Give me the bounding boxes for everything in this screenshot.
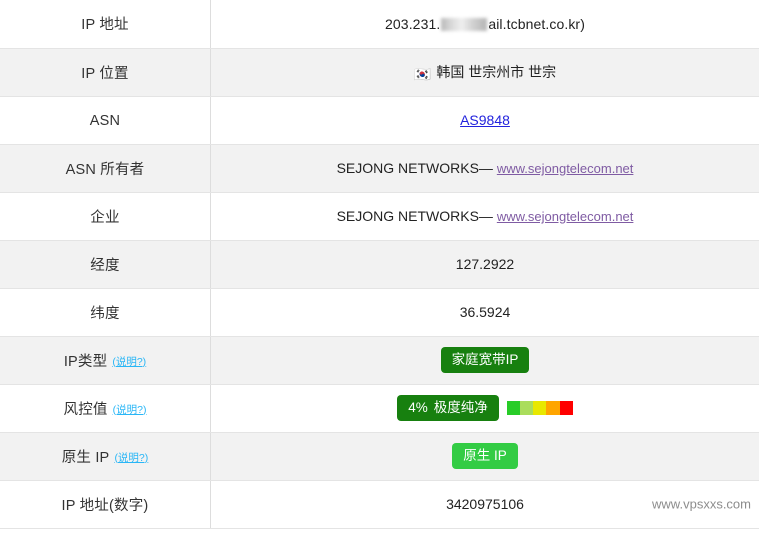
risk-scale-seg-1: [506, 401, 520, 415]
native-ip-help-link[interactable]: (说明?): [114, 452, 148, 464]
row-label-company: 企业: [0, 192, 211, 241]
asn-owner-name: SEJONG NETWORKS—: [336, 160, 493, 176]
table-row-ip-type: IP类型 (说明?) 家庭宽带IP: [0, 336, 759, 385]
row-value-ip-location: 🇰🇷 韩国 世宗州市 世宗: [210, 48, 759, 97]
table-row-risk-score: 风控值 (说明?) 4% 极度纯净: [0, 384, 759, 433]
row-value-asn: AS9848: [210, 96, 759, 145]
label-text: ASN 所有者: [65, 161, 145, 178]
risk-score-percent: 4%: [408, 399, 428, 415]
risk-score-badge: 4% 极度纯净: [397, 394, 499, 422]
table-row-asn: ASN AS9848: [0, 96, 759, 145]
native-ip-badge: 原生 IP: [452, 442, 518, 470]
ip-address-value: 203.231. ail.tcbnet.co.kr): [385, 16, 585, 32]
ip-numeric-value: 3420975106: [446, 496, 524, 512]
asn-owner-url-link[interactable]: www.sejongtelecom.net: [497, 161, 634, 176]
row-label-native-ip: 原生 IP (说明?): [0, 432, 211, 481]
label-text: 风控值: [63, 401, 108, 418]
ip-type-help-link[interactable]: (说明?): [112, 356, 146, 368]
row-value-company: SEJONG NETWORKS— www.sejongtelecom.net: [210, 192, 759, 241]
site-watermark: www.vpsxxs.com: [652, 496, 751, 512]
latitude-value: 36.5924: [459, 304, 511, 320]
risk-scale-seg-4: [546, 401, 560, 415]
row-value-ip-numeric: 3420975106 www.vpsxxs.com: [210, 480, 759, 529]
table-row-latitude: 纬度 36.5924: [0, 288, 759, 337]
label-text: IP 地址(数字): [61, 497, 149, 514]
risk-score-help-link[interactable]: (说明?): [113, 404, 147, 416]
label-text: 企业: [90, 209, 120, 226]
row-label-ip-location: IP 位置: [0, 48, 211, 97]
row-value-risk-score: 4% 极度纯净: [210, 384, 759, 433]
ip-info-table: IP 地址 203.231. ail.tcbnet.co.kr) IP 位置 🇰🇷…: [0, 0, 759, 529]
ip-type-badge: 家庭宽带IP: [440, 346, 530, 374]
label-text: IP类型: [63, 353, 108, 370]
label-text: 经度: [90, 257, 120, 274]
risk-scale-seg-5: [559, 401, 573, 415]
table-row-ip-address: IP 地址 203.231. ail.tcbnet.co.kr): [0, 0, 759, 49]
table-row-company: 企业 SEJONG NETWORKS— www.sejongtelecom.ne…: [0, 192, 759, 241]
row-value-ip-address: 203.231. ail.tcbnet.co.kr): [210, 0, 759, 49]
row-label-risk-score: 风控值 (说明?): [0, 384, 211, 433]
label-text: IP 位置: [81, 65, 129, 82]
table-row-asn-owner: ASN 所有者 SEJONG NETWORKS— www.sejongtelec…: [0, 144, 759, 193]
label-text: IP 地址: [81, 17, 129, 34]
row-label-ip-type: IP类型 (说明?): [0, 336, 211, 385]
label-text: 纬度: [90, 305, 120, 322]
row-label-latitude: 纬度: [0, 288, 211, 337]
row-label-asn: ASN: [0, 96, 211, 145]
table-row-ip-numeric: IP 地址(数字) 3420975106 www.vpsxxs.com: [0, 480, 759, 529]
row-value-native-ip: 原生 IP: [210, 432, 759, 481]
asn-link[interactable]: AS9848: [460, 112, 510, 128]
risk-score-rating: 极度纯净: [433, 399, 488, 415]
company-name: SEJONG NETWORKS—: [336, 208, 493, 224]
risk-score-group: 4% 极度纯净: [397, 394, 573, 422]
row-label-asn-owner: ASN 所有者: [0, 144, 211, 193]
kr-flag-icon: 🇰🇷: [413, 65, 432, 82]
row-value-longitude: 127.2922: [210, 240, 759, 289]
row-label-ip-numeric: IP 地址(数字): [0, 480, 211, 529]
company-url-link[interactable]: www.sejongtelecom.net: [497, 209, 634, 224]
longitude-value: 127.2922: [455, 256, 515, 272]
risk-scale-seg-2: [519, 401, 534, 415]
redacted-block: [441, 17, 488, 31]
row-value-ip-type: 家庭宽带IP: [210, 336, 759, 385]
row-value-latitude: 36.5924: [210, 288, 759, 337]
label-text: ASN: [89, 112, 121, 129]
ip-address-suffix: ail.tcbnet.co.kr): [488, 15, 585, 32]
row-label-longitude: 经度: [0, 240, 211, 289]
ip-location-value: 韩国 世宗州市 世宗: [436, 63, 557, 80]
table-row-longitude: 经度 127.2922: [0, 240, 759, 289]
label-text: 原生 IP: [61, 449, 110, 466]
row-value-asn-owner: SEJONG NETWORKS— www.sejongtelecom.net: [210, 144, 759, 193]
table-row-native-ip: 原生 IP (说明?) 原生 IP: [0, 432, 759, 481]
row-label-ip-address: IP 地址: [0, 0, 211, 49]
risk-scale-seg-3: [533, 401, 547, 415]
table-row-ip-location: IP 位置 🇰🇷 韩国 世宗州市 世宗: [0, 48, 759, 97]
ip-address-prefix: 203.231.: [385, 15, 441, 32]
risk-scale-legend: [506, 401, 573, 415]
ip-info-table-body: IP 地址 203.231. ail.tcbnet.co.kr) IP 位置 🇰🇷…: [0, 0, 759, 529]
